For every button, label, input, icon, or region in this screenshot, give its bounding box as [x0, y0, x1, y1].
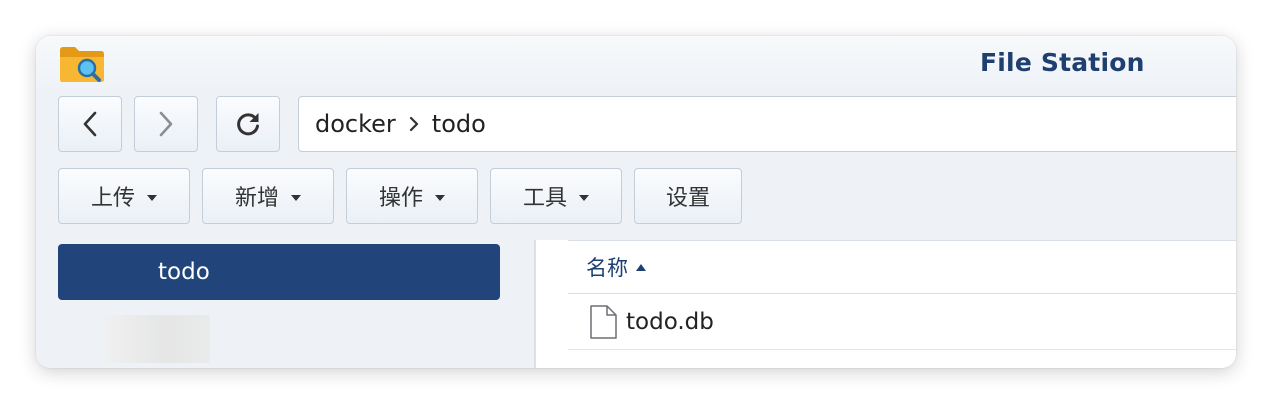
- redacted-tree-item: [104, 315, 210, 363]
- tree-item-label: todo: [158, 259, 210, 285]
- file-list: 名称 todo.db: [536, 240, 1236, 368]
- file-icon: [590, 304, 617, 339]
- column-header-label: 名称: [586, 256, 628, 280]
- folder-tree: todo: [36, 240, 534, 368]
- sort-ascending-icon: [636, 263, 646, 271]
- new-button[interactable]: 新增: [202, 168, 334, 224]
- file-station-window: File Station docker todo 上传 新增 操作 工具 设置 …: [36, 36, 1236, 368]
- new-label: 新增: [234, 186, 279, 211]
- refresh-button[interactable]: [216, 96, 280, 152]
- caret-down-icon: [435, 195, 445, 201]
- chevron-right-icon: [159, 111, 173, 137]
- chevron-right-icon: [408, 115, 420, 133]
- file-name: todo.db: [626, 308, 714, 335]
- refresh-icon: [237, 113, 259, 136]
- settings-button[interactable]: 设置: [634, 168, 742, 224]
- upload-label: 上传: [90, 186, 135, 211]
- action-label: 操作: [378, 186, 423, 211]
- back-button[interactable]: [58, 96, 122, 152]
- title-bar: File Station: [36, 36, 1236, 92]
- forward-button[interactable]: [134, 96, 198, 152]
- folder-search-icon[interactable]: [58, 44, 106, 84]
- column-header-name[interactable]: 名称: [568, 240, 1236, 294]
- file-row[interactable]: todo.db: [568, 294, 1236, 350]
- tools-button[interactable]: 工具: [490, 168, 622, 224]
- caret-down-icon: [291, 195, 301, 201]
- settings-label: 设置: [665, 186, 710, 211]
- upload-button[interactable]: 上传: [58, 168, 190, 224]
- caret-down-icon: [147, 195, 157, 201]
- action-button[interactable]: 操作: [346, 168, 478, 224]
- breadcrumb-todo[interactable]: todo: [432, 110, 486, 138]
- app-title: File Station: [980, 48, 1145, 77]
- path-bar[interactable]: docker todo: [298, 96, 1236, 152]
- caret-down-icon: [579, 195, 589, 201]
- tools-label: 工具: [522, 186, 567, 211]
- breadcrumb-docker[interactable]: docker: [315, 110, 396, 138]
- chevron-left-icon: [83, 111, 97, 137]
- tree-item-todo[interactable]: todo: [58, 244, 500, 300]
